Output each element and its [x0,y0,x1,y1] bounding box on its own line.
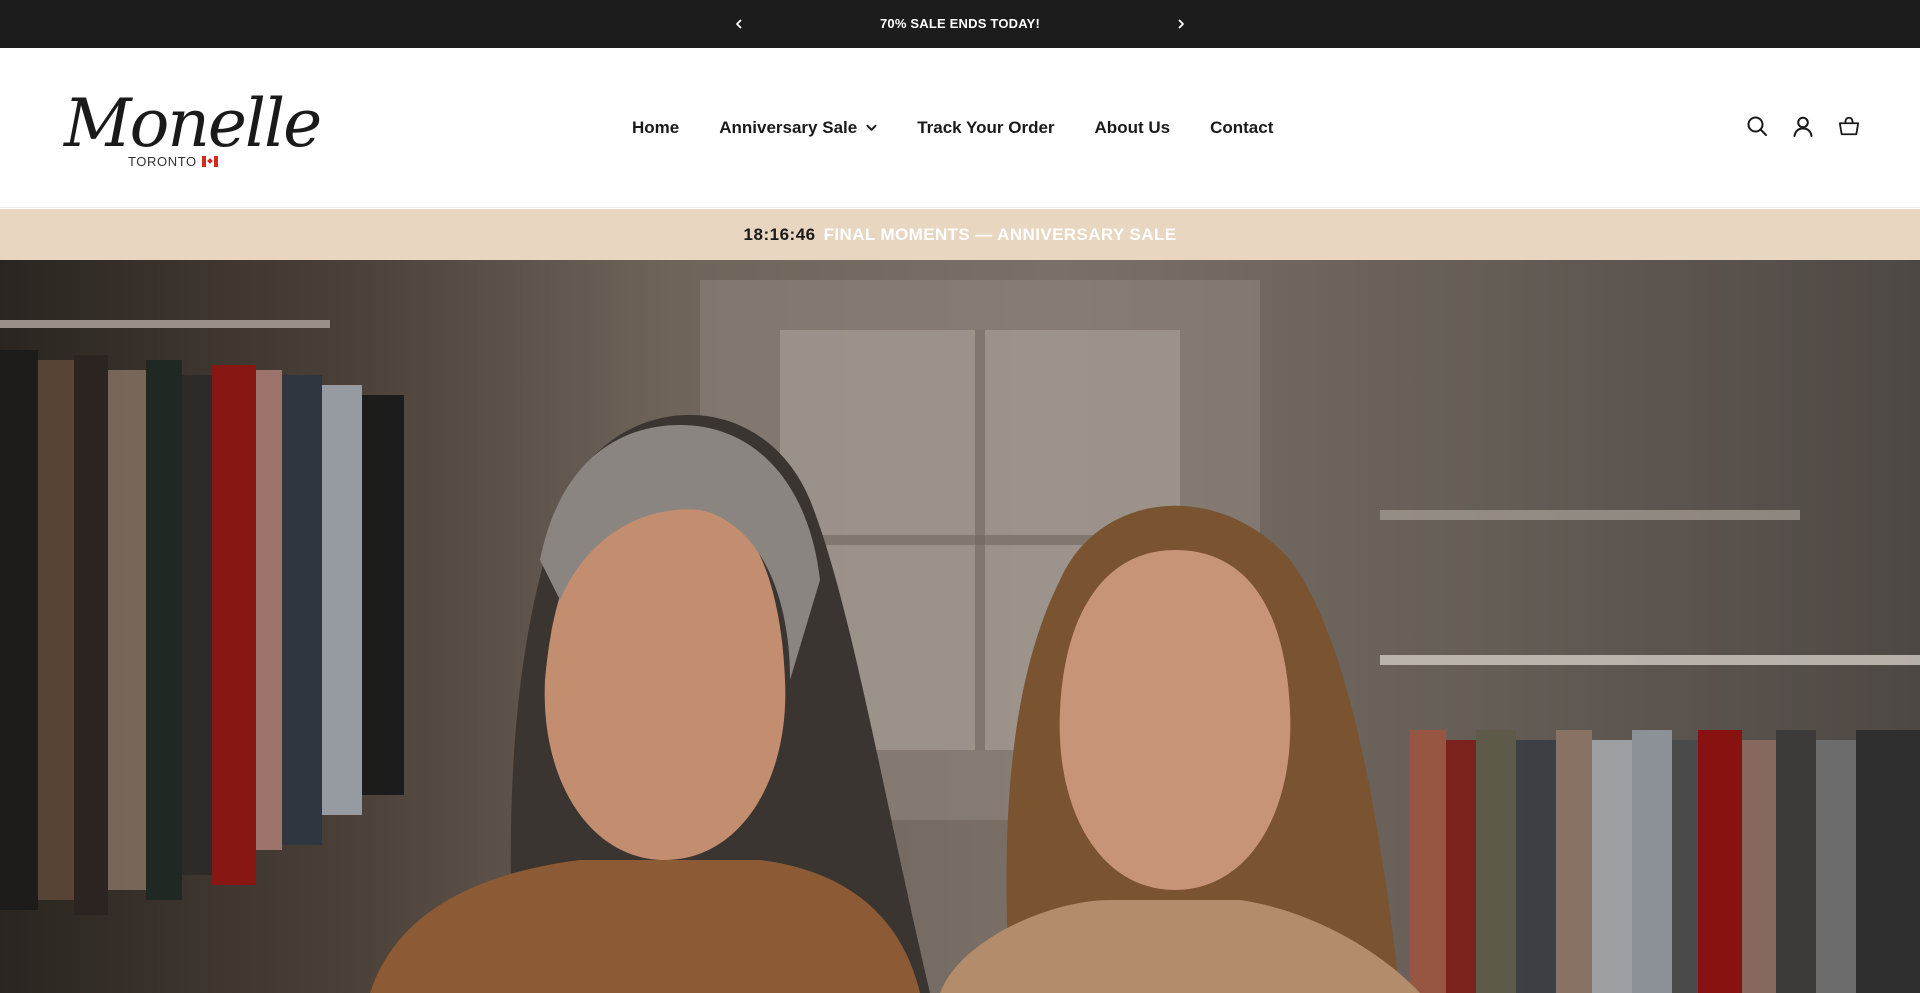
site-header: Monelle TORONTO Home Anniversary Sale Tr… [0,48,1920,208]
logo-subtitle: TORONTO [128,154,218,169]
nav-item-label: Home [632,118,680,137]
chevron-down-icon [865,122,877,134]
nav-item-contact[interactable]: Contact [1210,118,1273,138]
nav-item-about-us[interactable]: About Us [1095,118,1171,138]
announcement-next-button[interactable] [1169,12,1193,36]
cart-button[interactable] [1838,114,1860,138]
countdown-timer: 18:16:46 [743,224,816,244]
store-logo[interactable]: Monelle TORONTO [64,84,322,174]
nav-item-label: Contact [1210,118,1274,137]
search-icon [1747,116,1767,136]
announcement-prev-button[interactable] [727,12,751,36]
chevron-right-icon [1178,19,1184,29]
nav-item-home[interactable]: Home [632,118,679,138]
logo-location: TORONTO [128,154,197,169]
countdown-banner: 18:16:46 FINAL MOMENTS — ANNIVERSARY SAL… [0,209,1920,260]
nav-item-track-order[interactable]: Track Your Order [917,118,1054,138]
account-icon [1793,116,1813,137]
search-button[interactable] [1746,114,1768,138]
announcement-bar: 70% SALE ENDS TODAY! [0,0,1920,48]
nav-item-label: About Us [1094,118,1171,137]
main-nav: Home Anniversary Sale Track Your Order A… [632,48,1273,208]
hero-photo-illustration [0,280,1920,993]
nav-item-label: Anniversary Sale [719,118,858,137]
logo-script: Monelle [64,85,322,162]
cart-icon [1838,116,1860,136]
hero-image [0,260,1920,993]
announcement-message: 70% SALE ENDS TODAY! [879,16,1041,31]
account-button[interactable] [1792,114,1814,138]
header-icons [1746,114,1860,138]
chevron-left-icon [736,19,742,29]
countdown-text: FINAL MOMENTS — ANNIVERSARY SALE [823,224,1177,244]
nav-item-anniversary-sale[interactable]: Anniversary Sale [719,118,877,138]
canada-flag-icon [201,156,218,167]
nav-item-label: Track Your Order [917,118,1055,137]
